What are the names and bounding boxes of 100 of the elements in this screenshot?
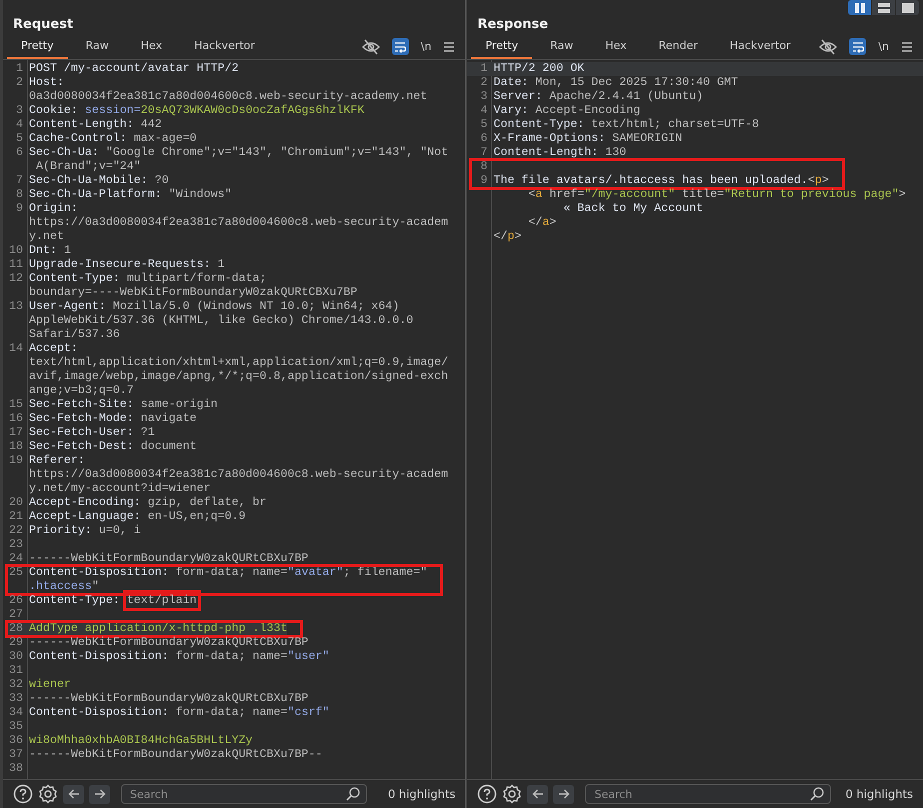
wrap-icon bbox=[852, 40, 864, 52]
tab[interactable]: Hex bbox=[126, 34, 176, 59]
tab[interactable]: Hackvertor bbox=[180, 34, 269, 59]
menu-icon[interactable] bbox=[443, 40, 456, 52]
code-line: Content-Length: 130 bbox=[493, 146, 626, 159]
code-line: Content-Type: multipart/form-data; bbox=[29, 272, 267, 285]
eye-slash-icon[interactable] bbox=[819, 38, 838, 54]
layout-button[interactable] bbox=[896, 0, 919, 15]
code-line: ------WebKitFormBoundaryW0zakQURtCBXu7BP bbox=[29, 692, 308, 705]
line-number: 1 bbox=[16, 62, 23, 75]
line-number: 16 bbox=[9, 412, 23, 425]
code-line: POST /my-account/avatar HTTP/2 bbox=[29, 62, 239, 75]
tab[interactable]: Hex bbox=[591, 34, 641, 59]
code-line: The file avatars/.htaccess has been uploaded.<p> bbox=[493, 174, 829, 187]
menu-icon[interactable] bbox=[901, 40, 913, 52]
code-line: Accept: bbox=[29, 342, 78, 355]
forward-button[interactable] bbox=[553, 784, 574, 804]
code-line: </a> bbox=[527, 216, 556, 229]
line-number: 14 bbox=[9, 342, 23, 355]
tab[interactable]: Render bbox=[644, 34, 712, 59]
tab[interactable]: Pretty bbox=[7, 34, 68, 59]
line-number: 7 bbox=[480, 146, 488, 159]
left-arrow-icon bbox=[532, 788, 544, 800]
tab[interactable]: Raw bbox=[72, 34, 123, 59]
code-line: Safari/537.36 bbox=[29, 328, 120, 341]
settings-icon[interactable] bbox=[502, 784, 522, 804]
line-number: 8 bbox=[16, 188, 23, 201]
tab[interactable]: Hackvertor bbox=[716, 34, 805, 59]
line-number: 15 bbox=[9, 398, 23, 411]
line-number: 5 bbox=[480, 118, 488, 131]
settings-icon[interactable] bbox=[38, 784, 58, 804]
code-line: Sec-Ch-Ua-Platform: "Windows" bbox=[29, 188, 232, 201]
right-arrow-icon bbox=[94, 788, 106, 800]
line-number: 8 bbox=[480, 160, 488, 173]
line-number: 10 bbox=[9, 244, 23, 257]
code-line: User-Agent: Mozilla/5.0 (Windows NT 10.0; Win64; x64) bbox=[29, 300, 400, 313]
columns-icon bbox=[854, 2, 866, 12]
line-number: 4 bbox=[16, 118, 23, 131]
back-button[interactable] bbox=[63, 784, 84, 804]
code-line: Sec-Ch-Ua: "Google Chrome";v="143", "Chromium";v="143", "Not bbox=[29, 146, 448, 159]
code-line: Content-Type: text/html; charset=UTF-8 bbox=[493, 118, 759, 131]
back-button[interactable] bbox=[527, 784, 548, 804]
search-icon[interactable] bbox=[346, 787, 360, 801]
tab[interactable]: Raw bbox=[536, 34, 588, 59]
line-number: 6 bbox=[16, 146, 23, 159]
code-line: Content-Disposition: form-data; name="csrf" bbox=[29, 706, 330, 719]
square-icon bbox=[902, 2, 914, 12]
code-line: Origin: bbox=[29, 202, 78, 215]
code-line: text/html,application/xhtml+xml,application/xml;q=0.9,image/ bbox=[29, 356, 448, 369]
code-line: A(Brand";v="24" bbox=[34, 160, 141, 173]
newline-toggle[interactable]: \n bbox=[878, 40, 889, 53]
line-number: 38 bbox=[9, 762, 23, 775]
code-line: Accept-Language: en-US,en;q=0.9 bbox=[29, 510, 246, 523]
panel-title: Response bbox=[476, 16, 550, 34]
code-line: Date: Mon, 15 Dec 2025 17:30:40 GMT bbox=[493, 76, 738, 89]
search-field[interactable]: Search bbox=[121, 784, 367, 804]
help-icon[interactable] bbox=[13, 784, 33, 804]
code-line: HTTP/2 200 OK bbox=[493, 62, 584, 75]
layout-button[interactable] bbox=[848, 0, 871, 15]
code-line: <a href="/my-account" title="Return to previous page"> bbox=[527, 188, 906, 201]
line-number: 18 bbox=[9, 440, 23, 453]
line-number: 17 bbox=[9, 426, 23, 439]
line-number: 5 bbox=[16, 132, 23, 145]
code-line: Accept-Encoding: gzip, deflate, br bbox=[29, 496, 267, 509]
code-line: Sec-Fetch-User: ?1 bbox=[29, 426, 155, 439]
wrap-toggle[interactable] bbox=[849, 38, 866, 55]
line-number: 31 bbox=[9, 664, 23, 677]
line-number: 21 bbox=[9, 510, 23, 523]
right-arrow-icon bbox=[558, 788, 570, 800]
code-line: avif,image/webp,image/apng,*/*;q=0.8,application/signed-exch bbox=[29, 370, 448, 383]
line-number: 29 bbox=[9, 636, 23, 649]
search-field[interactable]: Search bbox=[585, 784, 832, 804]
code-line: Content-Disposition: form-data; name="user" bbox=[29, 650, 330, 663]
code-line: </p> bbox=[493, 230, 522, 243]
newline-toggle[interactable]: \n bbox=[420, 40, 432, 53]
line-number: 19 bbox=[9, 454, 23, 467]
forward-button[interactable] bbox=[89, 784, 110, 804]
line-number: 4 bbox=[480, 104, 488, 117]
left-arrow-icon bbox=[68, 788, 80, 800]
highlights-count: 0 highlights bbox=[388, 787, 456, 801]
eye-slash-icon[interactable] bbox=[362, 38, 380, 54]
line-number: 33 bbox=[9, 692, 23, 705]
line-number: 20 bbox=[9, 496, 23, 509]
code-line: Sec-Fetch-Dest: document bbox=[29, 440, 197, 453]
code-line: https://0a3d0080034f2ea381c7a80d004600c8.web-security-academ bbox=[29, 468, 448, 481]
help-icon[interactable] bbox=[477, 784, 498, 804]
search-icon[interactable] bbox=[810, 787, 824, 801]
tab[interactable]: Pretty bbox=[471, 34, 532, 59]
code-line: Sec-Ch-Ua-Mobile: ?0 bbox=[29, 174, 169, 187]
code-line: y.net/my-account?id=wiener bbox=[29, 482, 211, 495]
line-number: 36 bbox=[9, 734, 23, 747]
line-number: 34 bbox=[9, 706, 23, 719]
code-line: boundary=----WebKitFormBoundaryW0zakQURtCBXu7BP bbox=[29, 286, 358, 299]
line-number: 35 bbox=[9, 720, 23, 733]
layout-button[interactable] bbox=[872, 0, 895, 15]
wrap-toggle[interactable] bbox=[392, 38, 409, 55]
rows-icon bbox=[878, 2, 890, 12]
code-line: Server: Apache/2.4.41 (Ubuntu) bbox=[493, 90, 704, 103]
code-line: Host: bbox=[29, 76, 64, 89]
code-line: wi8oMhha0xhbA0BI84HchGa5BHLtLYZy bbox=[29, 734, 253, 747]
